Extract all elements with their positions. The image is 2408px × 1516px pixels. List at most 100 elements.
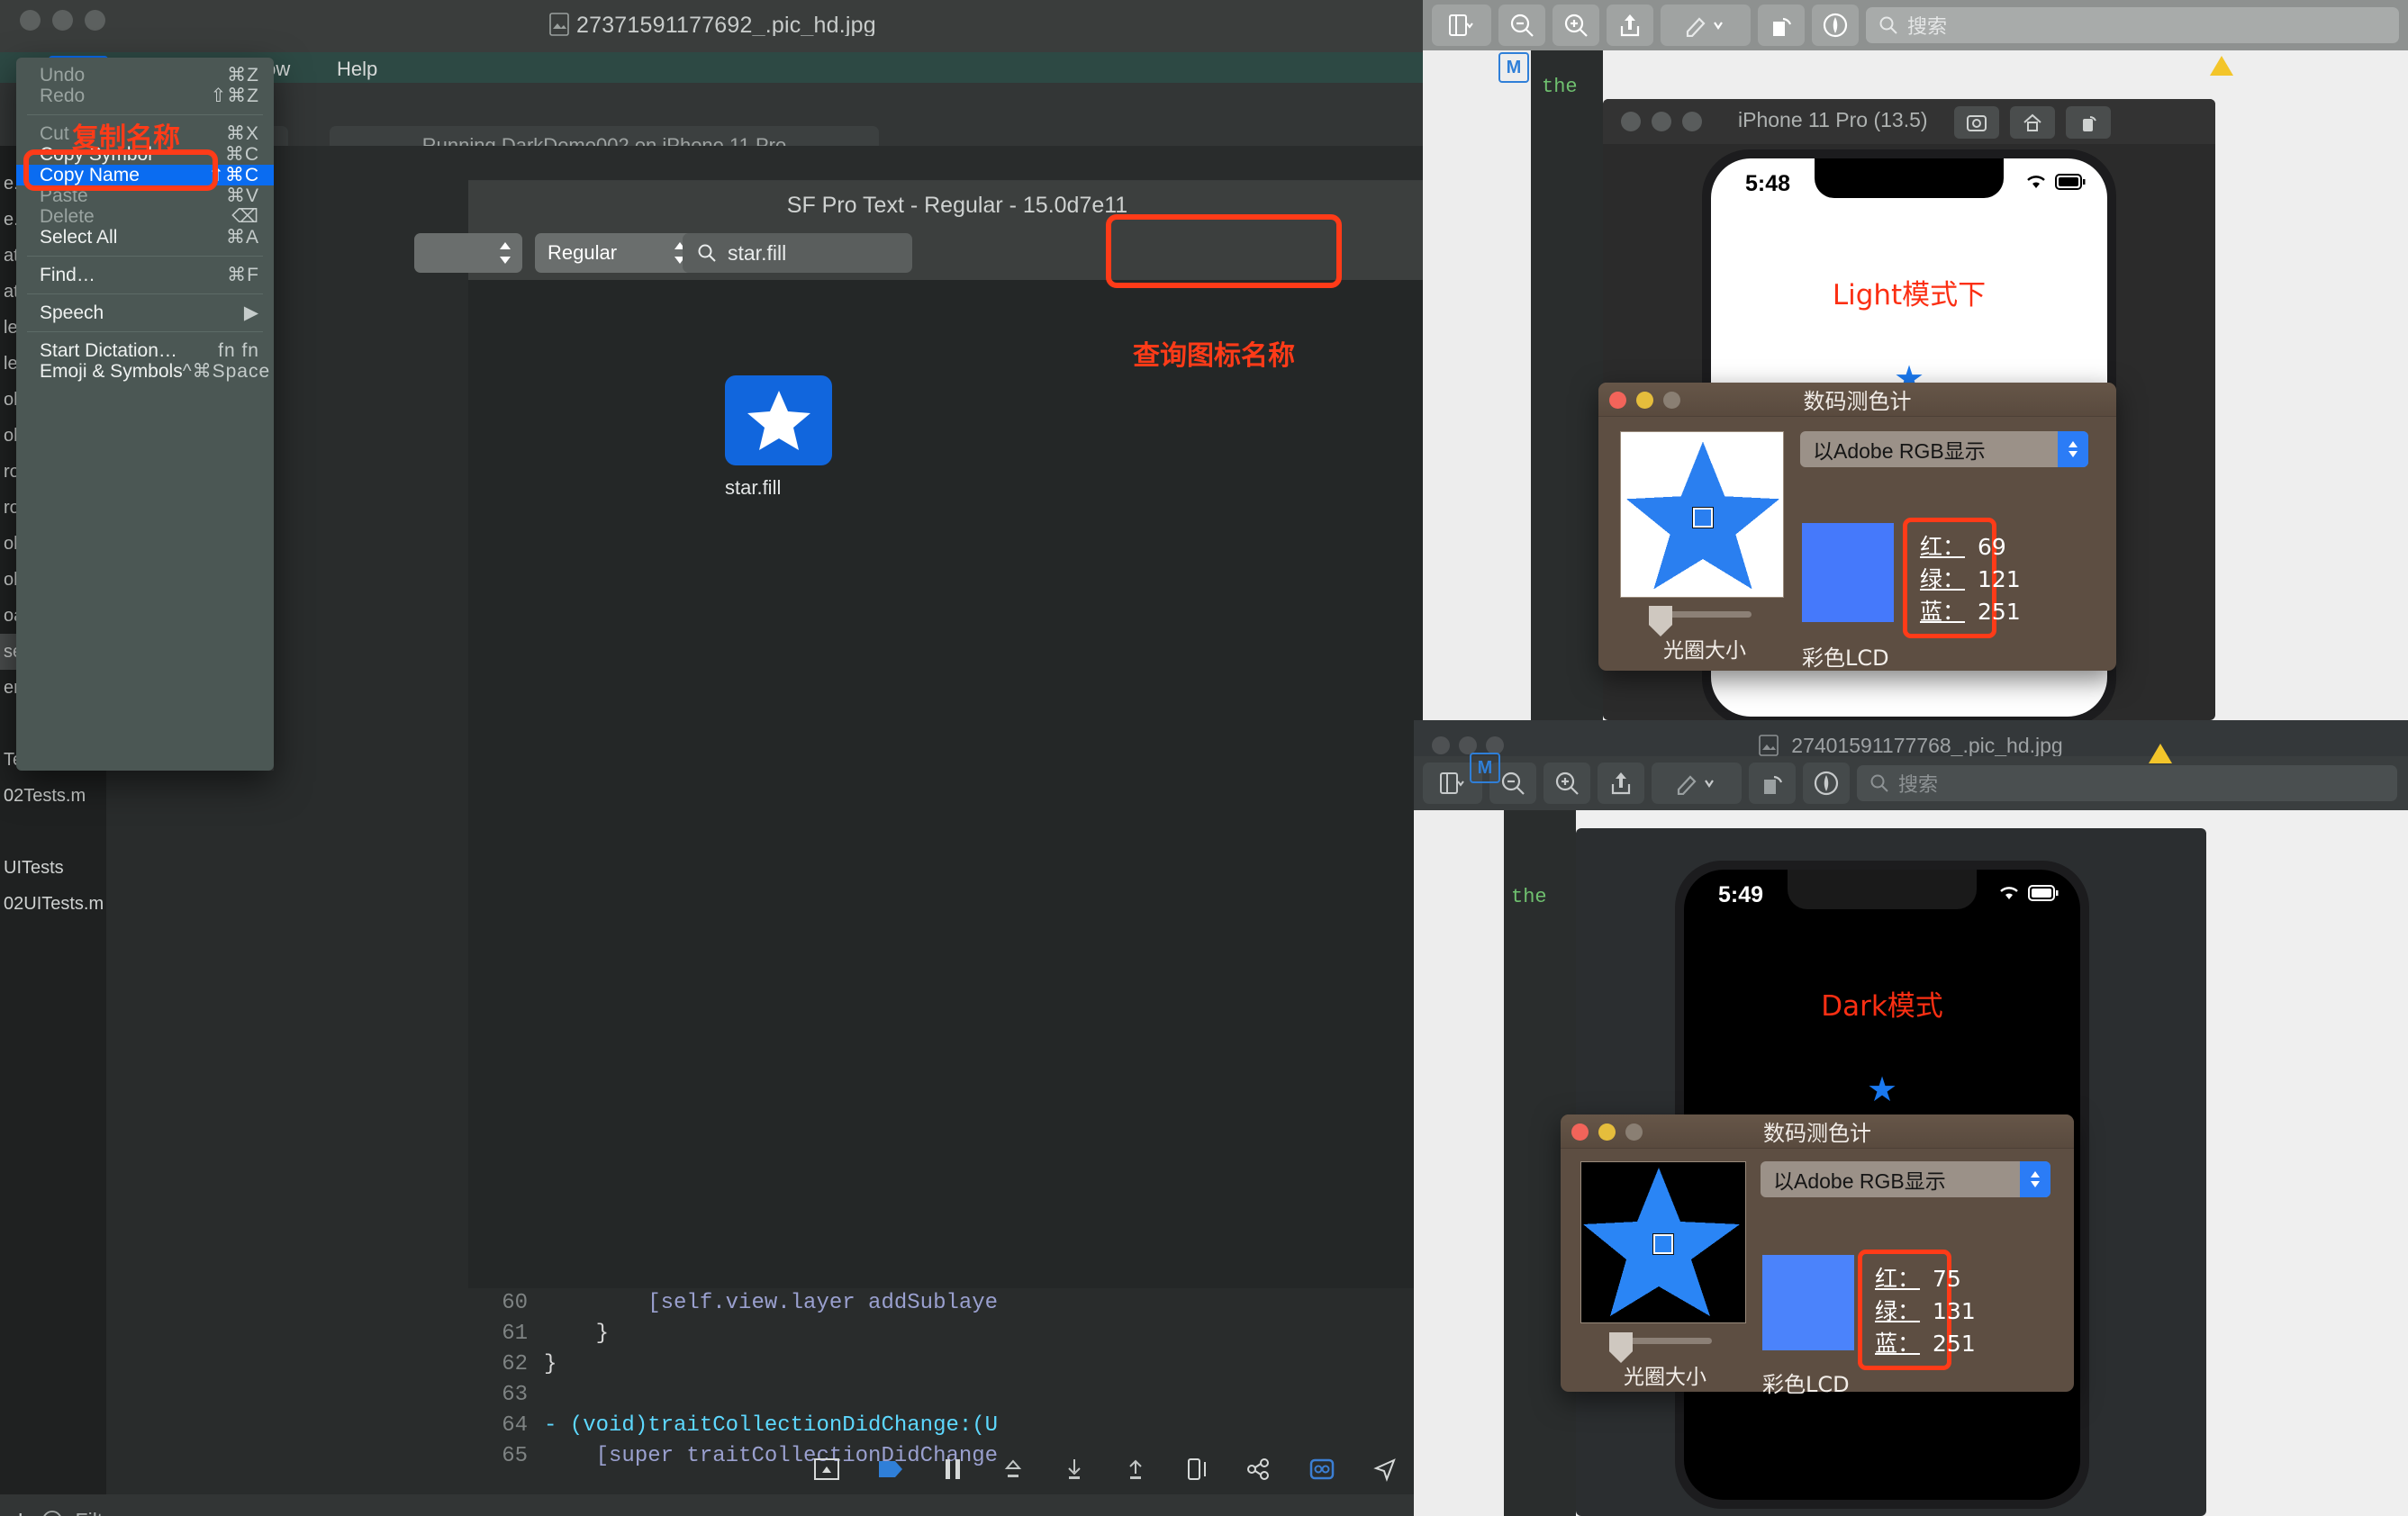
star-icon-dark: ★ [1866,1071,1898,1109]
preview-search-field-light[interactable]: 搜索 [1866,7,2399,43]
navigator-row[interactable] [0,814,106,850]
minimize-button[interactable] [52,10,73,31]
notch-icon [1788,870,1977,909]
chevron-updown-icon[interactable] [2020,1161,2050,1197]
menu-item-shortcut: ⇧⌘Z [210,86,259,106]
close-button[interactable] [1621,112,1641,131]
zoom-in-icon[interactable] [1543,763,1590,804]
aperture-slider-knob-light[interactable] [1649,606,1672,636]
menu-item-speech[interactable]: Speech ▶ [16,302,274,324]
annotation-query-icon-name: 查询图标名称 [1133,340,1295,372]
wifi-icon [2027,176,2045,188]
minimize-button[interactable] [1459,736,1477,754]
menu-item-shortcut: ⌘Z [227,65,259,86]
badge-m-light: M [1498,52,1529,83]
size-stepper[interactable] [414,233,522,273]
sidebar-icon[interactable] [1432,5,1491,46]
markup-icon[interactable] [1652,763,1742,804]
warning-icon[interactable] [2149,744,2172,763]
preview-search-field-dark[interactable]: 搜索 [1857,765,2397,801]
sf-symbols-title: SF Pro Text - Regular - 15.0d7e11 [786,192,1128,218]
rgb-blue-row-dark: 蓝： 251 [1875,1331,1976,1357]
close-button[interactable] [1609,392,1626,409]
minimize-button[interactable] [1636,392,1653,409]
close-button[interactable] [1571,1123,1589,1141]
step-over-icon[interactable] [1001,1457,1025,1481]
share-icon[interactable] [1598,763,1644,804]
symbol-tile-star-fill[interactable] [725,375,832,465]
menu-item-find[interactable]: Find… ⌘F [16,264,274,286]
memory-graph-icon[interactable] [1246,1457,1272,1481]
rgb-red-row-dark: 红： 75 [1875,1266,1961,1292]
battery-icon [2028,885,2059,901]
code-line-number: 65 [502,1443,528,1468]
menu-item-label: Undo [40,64,86,86]
color-swatch-dark [1762,1255,1854,1350]
weight-stepper[interactable]: Regular [535,233,697,273]
menu-help[interactable]: Help [324,56,390,83]
color-meter-body-dark: 光圈大小 以Adobe RGB显示 红： 75 绿： 131 蓝： 251 彩色LCD [1561,1149,2074,1397]
rotate-icon[interactable] [2066,106,2111,139]
menu-separator [27,293,263,294]
close-button[interactable] [1432,736,1450,754]
code-line-number: 64 [502,1412,528,1438]
rgb-blue-row-light: 蓝： 251 [1920,599,2021,625]
menu-item-shortcut: ⌘V [225,185,259,206]
minimize-button[interactable] [1652,112,1671,131]
navigator-row[interactable]: 02UITests.m [0,886,106,922]
home-icon[interactable] [2010,106,2055,139]
chevron-updown-icon[interactable] [2058,431,2088,467]
color-space-select-dark[interactable]: 以Adobe RGB显示 [1761,1161,2050,1197]
menu-item-label: Find… [40,264,95,285]
menu-item-select-all[interactable]: Select All ⌘A [16,227,274,248]
zoom-in-icon[interactable] [1553,5,1599,46]
status-time-dark: 5:49 [1718,882,1764,907]
rotate-icon[interactable] [1749,763,1796,804]
annotate-icon[interactable] [1803,763,1850,804]
filter-placeholder[interactable]: Filter [76,1509,122,1516]
maximize-button[interactable] [85,10,105,31]
step-into-icon[interactable] [1063,1457,1086,1481]
color-space-select-light[interactable]: 以Adobe RGB显示 [1800,431,2088,467]
markup-icon[interactable] [1661,5,1751,46]
menu-item-shortcut: ⌘C [224,144,259,165]
screenshot-icon[interactable] [1954,106,1999,139]
pause-icon[interactable] [942,1457,964,1481]
close-button[interactable] [20,10,41,31]
simulator-title-light: iPhone 11 Pro (13.5) [1738,108,1928,131]
maximize-button[interactable] [1625,1123,1643,1141]
color-meter-body-light: 光圈大小 以Adobe RGB显示 红： 69 绿： 121 蓝： 251 彩色LCD [1598,417,2116,671]
minimize-button[interactable] [1598,1123,1616,1141]
rotate-icon[interactable] [1758,5,1805,46]
maximize-button[interactable] [1663,392,1680,409]
share-icon[interactable] [1607,5,1653,46]
aperture-slider-knob-dark[interactable] [1609,1332,1633,1363]
code-editor[interactable]: 60 [self.view.layer addSublaye 61 } 62} 63 6… [493,1287,1446,1468]
sf-symbols-search-field[interactable]: star.fill [683,233,912,273]
show-debug-area-icon[interactable] [814,1458,839,1480]
menu-item-emoji-symbols[interactable]: Emoji & Symbols ^⌘Space [16,361,274,383]
navigator-row[interactable]: 02Tests.m [0,778,106,814]
zoom-out-icon[interactable] [1498,5,1545,46]
continue-icon[interactable] [877,1458,904,1480]
view-debug-icon[interactable] [1185,1457,1209,1482]
menu-item-redo[interactable]: Redo ⇧⌘Z [16,86,274,107]
environment-overrides-icon[interactable] [1309,1457,1335,1482]
menu-item-undo[interactable]: Undo ⌘Z [16,65,274,86]
navigator-row[interactable]: UITests [0,850,106,886]
menu-item-delete[interactable]: Delete ⌫ [16,206,274,228]
sf-symbols-window: SF Pro Text - Regular - 15.0d7e11 Regula… [414,180,1446,1288]
add-icon[interactable]: + [13,1505,29,1516]
color-meter-titlebar-light: 数码测色计 [1598,383,2116,417]
annotate-icon[interactable] [1812,5,1859,46]
star-icon [747,391,810,450]
maximize-button[interactable] [1682,112,1702,131]
location-icon[interactable] [1372,1457,1398,1482]
step-out-icon[interactable] [1124,1457,1147,1481]
menu-item-start-dictation[interactable]: Start Dictation… fn fn [16,340,274,361]
maximize-button[interactable] [1486,736,1504,754]
code-hint-dark: the [1511,886,1547,908]
menu-item-shortcut: ⌘A [225,227,259,248]
warning-icon[interactable] [2210,56,2233,76]
doc-icon-dark [1759,735,1779,756]
